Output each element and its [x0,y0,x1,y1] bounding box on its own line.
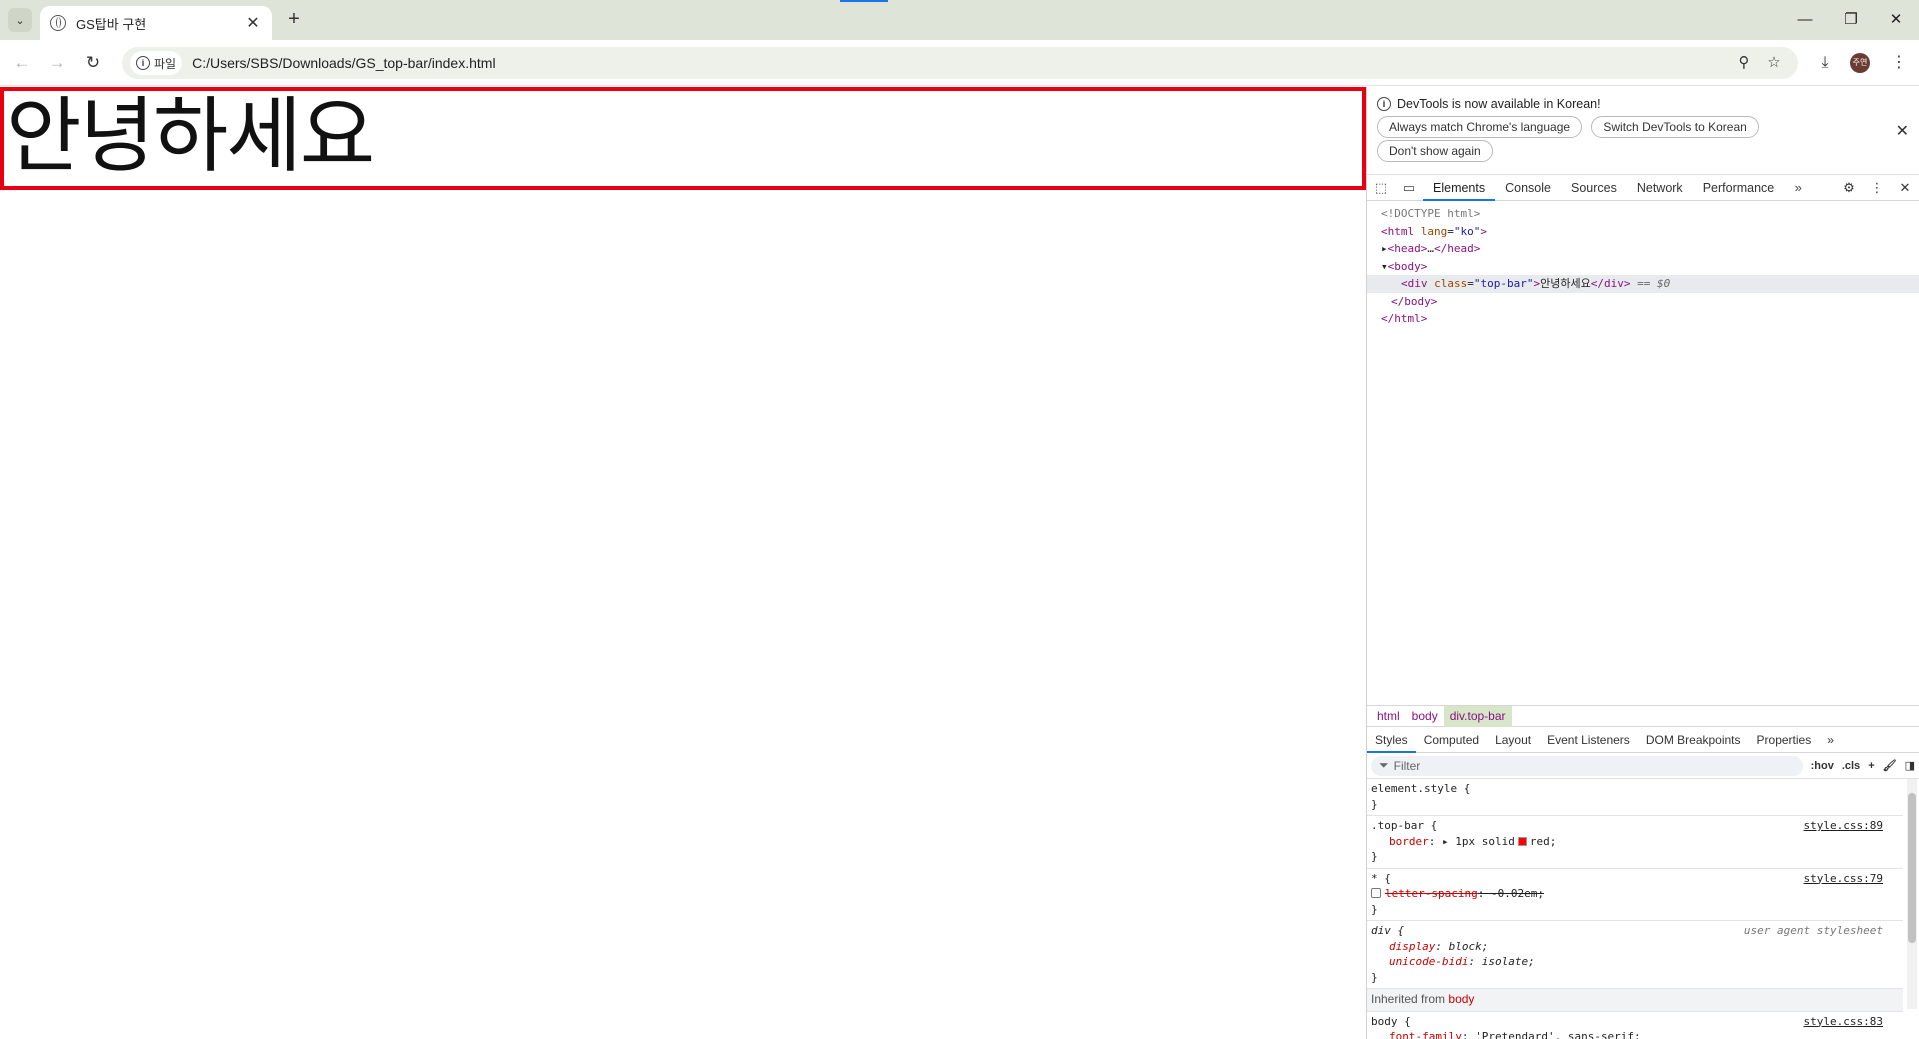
color-swatch[interactable] [1517,836,1527,846]
infobar-message: DevTools is now available in Korean! [1397,97,1601,111]
language-infobar: i DevTools is now available in Korean! A… [1367,87,1919,175]
site-info-chip[interactable]: i 파일 [130,51,183,75]
browser-toolbar: ← → ↻ i 파일 C:/Users/SBS/Downloads/GS_top… [0,40,1919,86]
tab-sources[interactable]: Sources [1561,175,1627,201]
devtools-menu-icon[interactable]: ⋮ [1863,180,1891,196]
tab-computed[interactable]: Computed [1416,727,1487,753]
infobar-close-icon[interactable]: ✕ [1896,121,1909,141]
minimize-button[interactable]: — [1782,8,1828,32]
breadcrumb-div-top-bar[interactable]: div.top-bar [1443,705,1512,727]
styles-sub-tab-bar: Styles Computed Layout Event Listeners D… [1367,727,1919,753]
globe-icon [50,15,66,31]
match-language-button[interactable]: Always match Chrome's language [1377,116,1583,138]
cls-toggle[interactable]: .cls [1842,760,1860,772]
dont-show-again-button[interactable]: Don't show again [1377,140,1493,162]
dom-doctype[interactable]: <!DOCTYPE html> [1367,205,1919,223]
forward-button[interactable]: → [44,50,70,76]
breadcrumb-html[interactable]: html [1371,706,1406,727]
breadcrumb-body[interactable]: body [1406,706,1444,727]
filter-funnel-icon: ⏷ [1379,758,1389,772]
source-link[interactable]: style.css:83 [1804,1014,1883,1030]
info-icon: i [136,56,150,70]
top-bar: 안녕하세요 [0,87,1366,190]
more-tabs-chevron-icon[interactable]: » [1784,180,1812,195]
filter-placeholder: Filter [1393,758,1421,773]
settings-gear-icon[interactable]: ⚙ [1835,180,1863,196]
tab-network[interactable]: Network [1627,175,1693,201]
tab-performance[interactable]: Performance [1693,175,1785,201]
tab-console[interactable]: Console [1495,175,1561,201]
rule-element-style[interactable]: element.style { } [1367,779,1903,816]
tab-layout[interactable]: Layout [1487,727,1539,753]
devtools-panel: i DevTools is now available in Korean! A… [1366,87,1919,1039]
browser-tab-strip: ⌄ GS탑바 구현 ✕ + — ❐ ✕ [0,0,1919,40]
more-subtabs-chevron-icon[interactable]: » [1819,727,1842,753]
tab-properties[interactable]: Properties [1749,727,1820,753]
inherited-from-link[interactable]: body [1448,992,1474,1006]
download-icon[interactable]: ⤓ [1813,51,1837,75]
rule-div-user-agent[interactable]: user agent stylesheet div { display: blo… [1367,921,1903,989]
dom-body-open[interactable]: ▾<body> [1367,258,1919,276]
switch-korean-button[interactable]: Switch DevTools to Korean [1591,116,1759,138]
url-text[interactable]: C:/Users/SBS/Downloads/GS_top-bar/index.… [192,55,495,71]
tab-elements[interactable]: Elements [1423,175,1496,201]
dom-body-close[interactable]: </body> [1367,293,1919,311]
sidebar-toggle-icon[interactable]: ◨ [1905,759,1915,772]
browser-tab-active[interactable]: GS탑바 구현 ✕ [40,6,272,40]
rule-body[interactable]: style.css:83 body { font-family: 'Preten… [1367,1012,1903,1039]
styles-filter-row: ⏷ Filter :hov .cls + 🖌 ◨ [1367,753,1919,779]
menu-kebab-icon[interactable]: ⋮ [1887,51,1911,75]
new-rule-plus-icon[interactable]: + [1868,760,1874,772]
info-icon: i [1377,97,1391,111]
devtools-close-icon[interactable]: ✕ [1891,180,1919,196]
hov-toggle[interactable]: :hov [1811,760,1834,772]
user-agent-label: user agent stylesheet [1743,924,1883,937]
tab-title: GS탑바 구현 [76,16,147,32]
dom-head-collapsed[interactable]: ▸<head>…</head> [1367,240,1919,258]
styles-filter-input[interactable]: ⏷ Filter [1371,755,1803,776]
expand-triangle-icon[interactable]: ▸ [1381,242,1388,255]
site-info-label: 파일 [154,56,177,71]
paint-icon[interactable]: 🖌 [1883,759,1897,772]
zoom-icon[interactable]: ⚲ [1732,51,1756,75]
profile-avatar[interactable]: 주연 [1850,53,1870,73]
dom-html-open[interactable]: <html lang="ko"> [1367,223,1919,241]
property-checkbox[interactable] [1371,888,1381,898]
reload-button[interactable]: ↻ [80,50,106,76]
styles-pane: element.style { } style.css:89 .top-bar … [1367,779,1919,1039]
new-tab-button[interactable]: + [282,8,306,32]
page-viewport: 안녕하세요 [0,87,1366,1039]
tab-styles[interactable]: Styles [1367,727,1416,753]
collapse-triangle-icon[interactable]: ▾ [1381,260,1388,273]
devtools-tab-bar: ⬚ ▭ Elements Console Sources Network Per… [1367,175,1919,201]
window-close-button[interactable]: ✕ [1873,8,1919,32]
styles-scrollbar[interactable] [1907,779,1917,1009]
address-bar[interactable]: i 파일 C:/Users/SBS/Downloads/GS_top-bar/i… [122,47,1798,79]
inspect-element-icon[interactable]: ⬚ [1367,180,1395,196]
dom-breadcrumb: html body div.top-bar [1367,705,1919,727]
rule-universal[interactable]: style.css:79 * { letter-spacing: -0.02em… [1367,869,1903,921]
tab-event-listeners[interactable]: Event Listeners [1539,727,1638,753]
inherited-header: Inherited from body [1367,989,1903,1012]
dom-html-close[interactable]: </html> [1367,310,1919,328]
tab-search-chevron-icon[interactable]: ⌄ [8,8,32,32]
restore-button[interactable]: ❐ [1828,8,1874,32]
rule-top-bar[interactable]: style.css:89 .top-bar { border: ▸ 1px so… [1367,816,1903,869]
dom-div-top-bar[interactable]: <div class="top-bar">안녕하세요</div> == $0 [1367,275,1919,293]
source-link[interactable]: style.css:89 [1804,818,1883,834]
dom-tree: <!DOCTYPE html> <html lang="ko"> ▸<head>… [1367,201,1919,681]
loading-indicator [840,0,888,2]
back-button[interactable]: ← [9,50,35,76]
tab-close-icon[interactable]: ✕ [244,13,262,33]
tab-dom-breakpoints[interactable]: DOM Breakpoints [1638,727,1749,753]
device-toolbar-icon[interactable]: ▭ [1395,180,1423,196]
source-link[interactable]: style.css:79 [1804,871,1883,887]
bookmark-star-icon[interactable]: ☆ [1762,51,1786,75]
